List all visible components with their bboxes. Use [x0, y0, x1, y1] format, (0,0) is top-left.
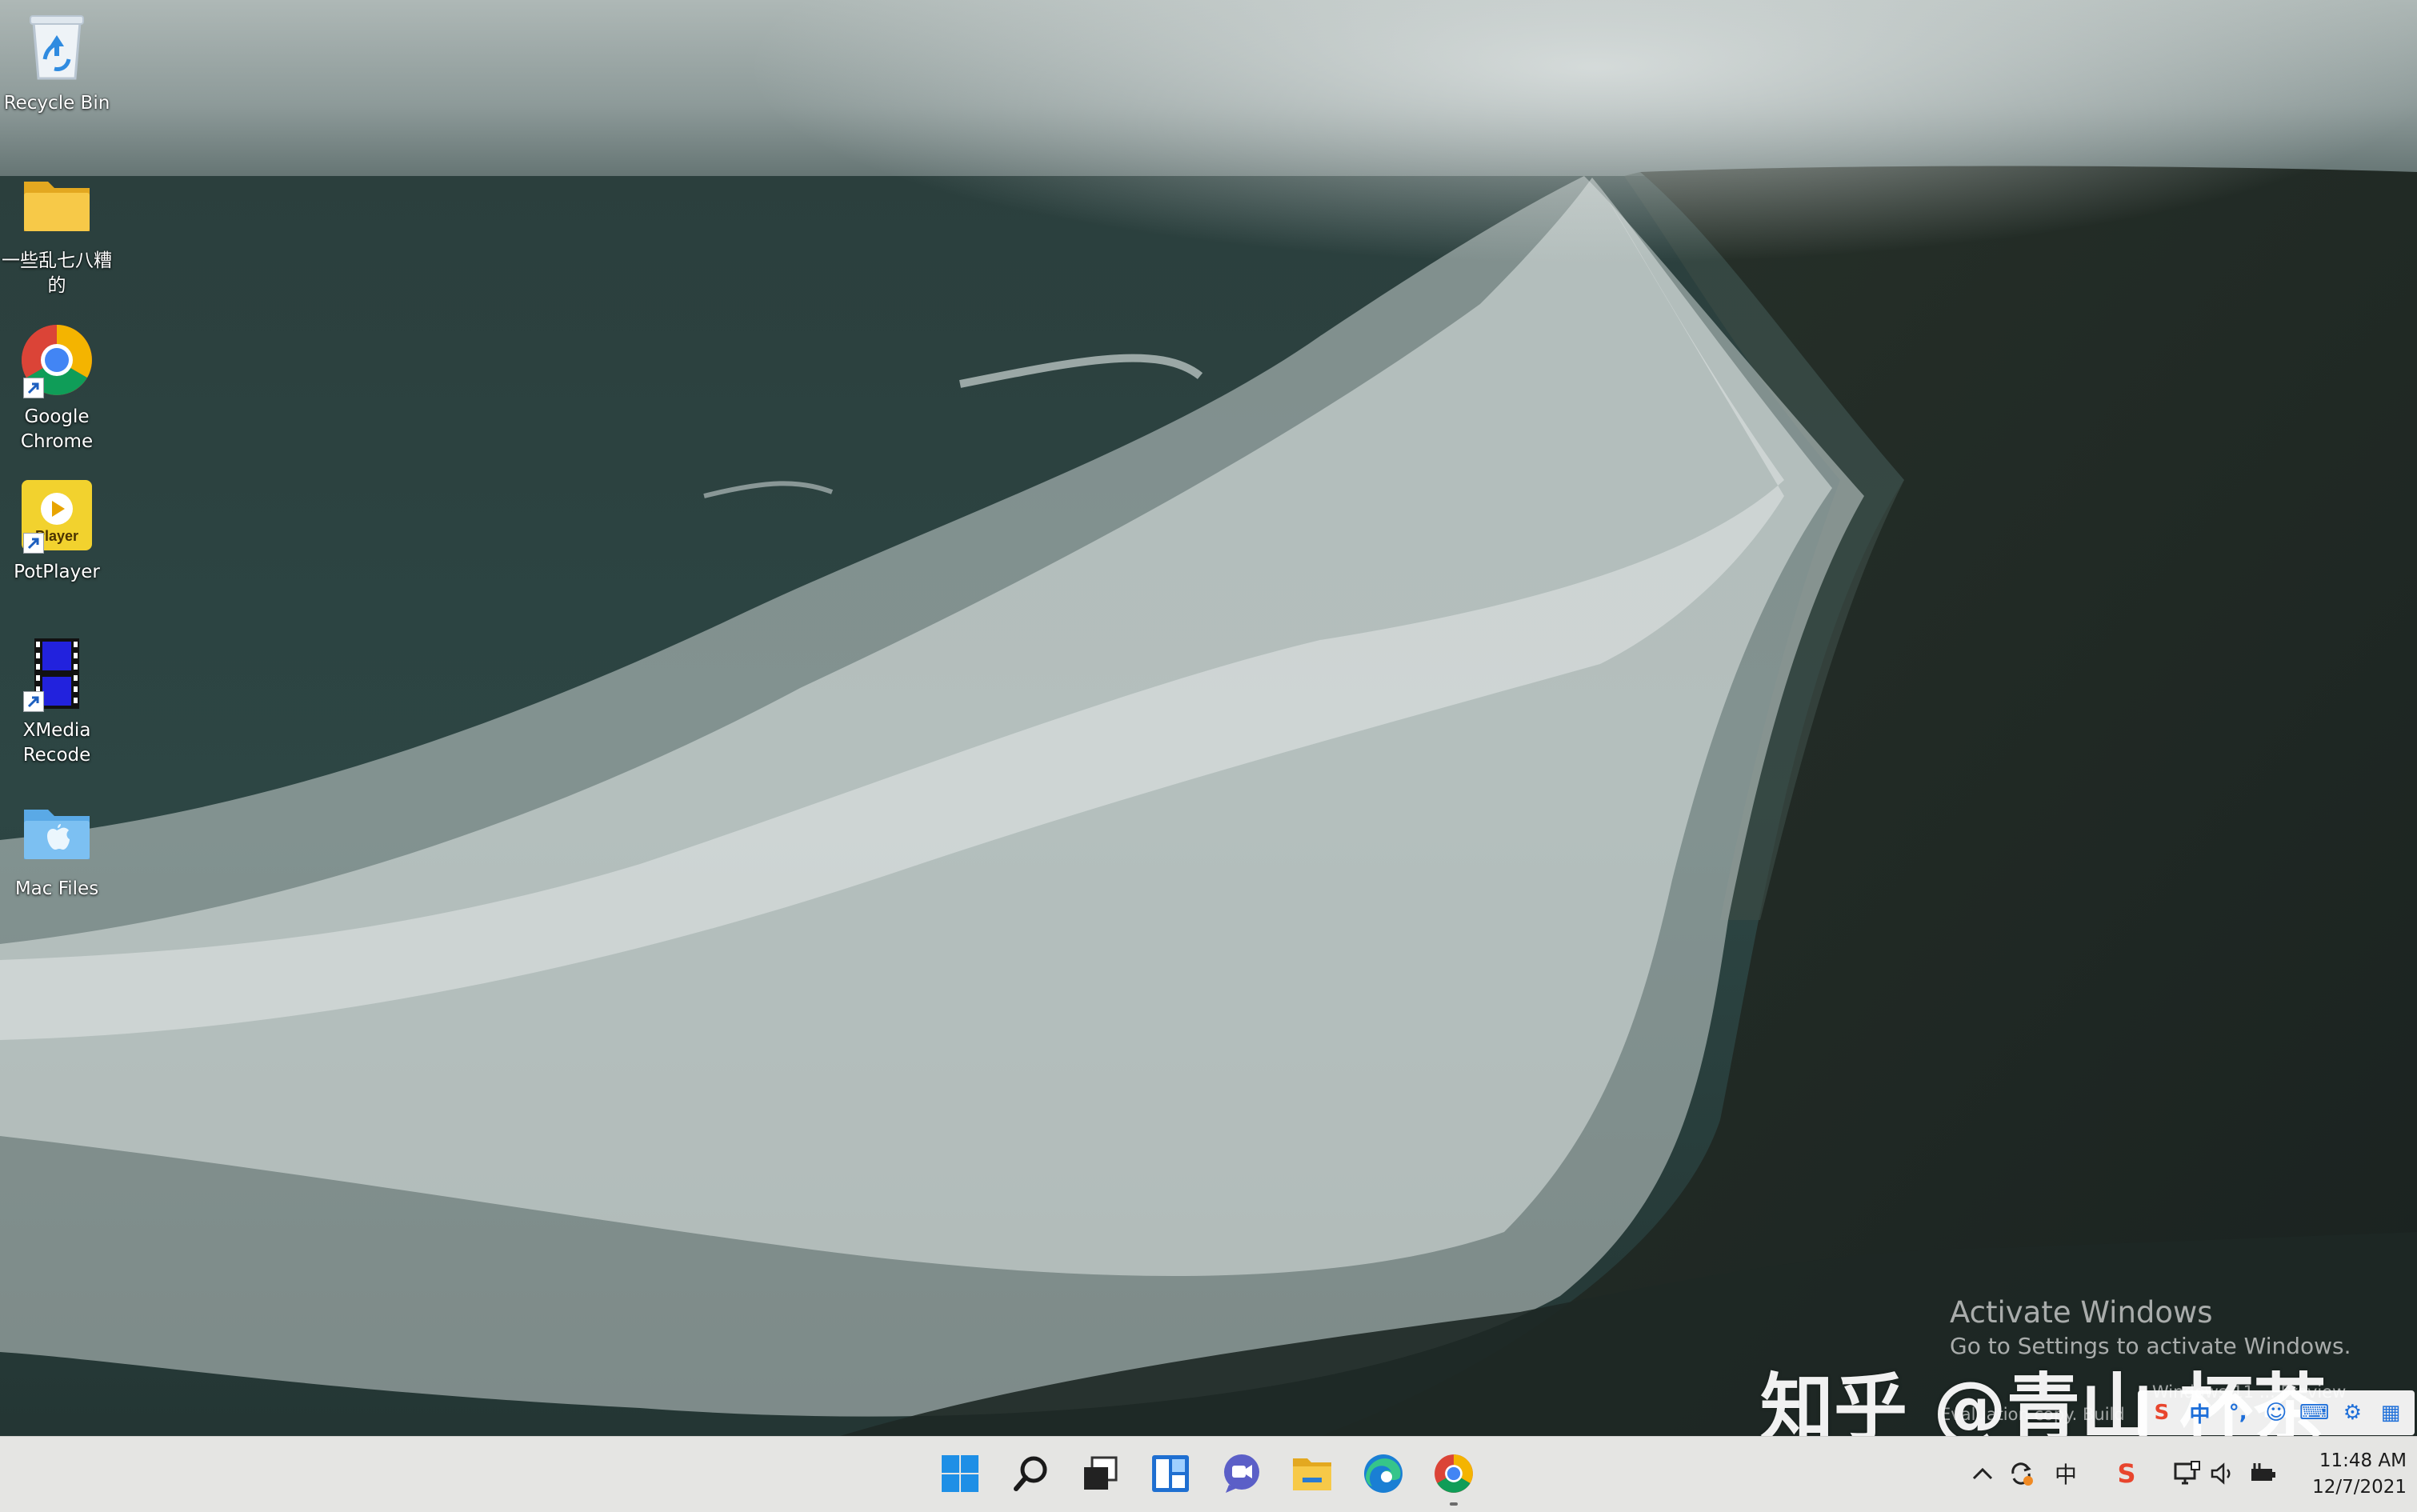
sogou-tray-icon[interactable]: S [2109, 1456, 2144, 1491]
file-explorer-icon [1293, 1458, 1331, 1490]
chrome-icon [17, 320, 97, 400]
activate-windows-watermark: Activate Windows Go to Settings to activ… [1950, 1294, 2351, 1362]
recycle-bin-icon [17, 6, 97, 86]
chevron-up-icon [1972, 1467, 1993, 1480]
xmedia-recode-icon [17, 634, 97, 714]
teams-chat-button[interactable] [1216, 1448, 1267, 1499]
volume-tray-icon[interactable] [2205, 1456, 2240, 1491]
shortcut-arrow-icon [23, 378, 44, 398]
desktop-icon-google-chrome[interactable]: Google Chrome [0, 320, 114, 454]
battery-plug-icon [2251, 1463, 2275, 1481]
desktop-icon-label: XMedia Recode [22, 720, 91, 766]
ime-toolbox-icon[interactable]: ▦ [2375, 1398, 2406, 1428]
desktop-icon-label: Recycle Bin [3, 93, 110, 114]
folder-icon [17, 164, 97, 244]
wallpaper [0, 0, 2417, 1436]
widgets-icon [1152, 1455, 1189, 1492]
widgets-button[interactable] [1145, 1448, 1196, 1499]
edge-icon [1364, 1454, 1403, 1493]
desktop-icon-label: 一些乱七八糟的 [2, 250, 112, 296]
desktop-icon-recycle-bin[interactable]: Recycle Bin [0, 6, 114, 116]
activate-windows-title: Activate Windows [1950, 1295, 2213, 1330]
activate-windows-subtitle: Go to Settings to activate Windows. [1950, 1333, 2351, 1359]
sync-tray-icon[interactable] [2003, 1456, 2039, 1491]
chrome-taskbar-button[interactable] [1428, 1448, 1479, 1506]
desktop-icon-folder[interactable]: 一些乱七八糟的 [0, 164, 114, 298]
desktop-icon-label: Google Chrome [20, 406, 94, 452]
mac-folder-icon [17, 792, 97, 872]
clock-time: 11:48 AM [2319, 1450, 2407, 1471]
desktop-icon-label: Mac Files [14, 878, 99, 899]
keyboard-icon[interactable]: ⌨ [2299, 1398, 2330, 1428]
search-icon [1014, 1456, 1047, 1491]
sogou-logo-icon[interactable]: S [2147, 1398, 2177, 1428]
potplayer-icon: Player [17, 475, 97, 555]
task-view-button[interactable] [1074, 1448, 1126, 1499]
clock-date: 12/7/2021 [2312, 1477, 2407, 1498]
file-explorer-button[interactable] [1287, 1448, 1338, 1499]
start-button[interactable] [934, 1448, 986, 1499]
clock[interactable]: 11:48 AM 12/7/2021 [2287, 1448, 2407, 1501]
desktop-icon-xmedia-recode[interactable]: XMedia Recode [0, 634, 114, 768]
taskbar: 中 S 11:48 AM 12/7/2021 [0, 1436, 2417, 1512]
network-icon [2174, 1461, 2200, 1485]
battery-tray-icon[interactable] [2245, 1456, 2280, 1491]
punctuation-icon[interactable]: °, [2223, 1398, 2253, 1428]
shortcut-arrow-icon [23, 533, 44, 554]
shortcut-arrow-icon [23, 691, 44, 712]
teams-chat-icon [1224, 1454, 1259, 1493]
show-hidden-icons-button[interactable] [1965, 1456, 2000, 1491]
desktop-icon-label: PotPlayer [14, 562, 100, 582]
ime-floating-toolbar[interactable]: S 中 °, ☺ ⌨ ⚙ ▦ [2138, 1390, 2415, 1435]
desktop-icon-mac-files[interactable]: Mac Files [0, 792, 114, 902]
running-indicator [1450, 1502, 1458, 1506]
sync-icon [2011, 1462, 2033, 1486]
edge-button[interactable] [1358, 1448, 1409, 1499]
emoji-icon[interactable]: ☺ [2261, 1398, 2291, 1428]
task-view-icon [1084, 1456, 1118, 1490]
search-button[interactable] [1005, 1448, 1056, 1499]
ime-settings-icon[interactable]: ⚙ [2337, 1398, 2367, 1428]
desktop-icon-potplayer[interactable]: Player PotPlayer [0, 475, 114, 585]
speaker-icon [2211, 1462, 2231, 1485]
windows-start-icon [942, 1455, 978, 1492]
desktop: Recycle Bin 一些乱七八糟的 Google Chrome Player… [0, 0, 2417, 1512]
chrome-icon [1435, 1454, 1473, 1493]
network-tray-icon[interactable] [2170, 1456, 2205, 1491]
ime-indicator[interactable]: 中 [2048, 1456, 2083, 1491]
ime-mode-icon[interactable]: 中 [2185, 1398, 2215, 1428]
